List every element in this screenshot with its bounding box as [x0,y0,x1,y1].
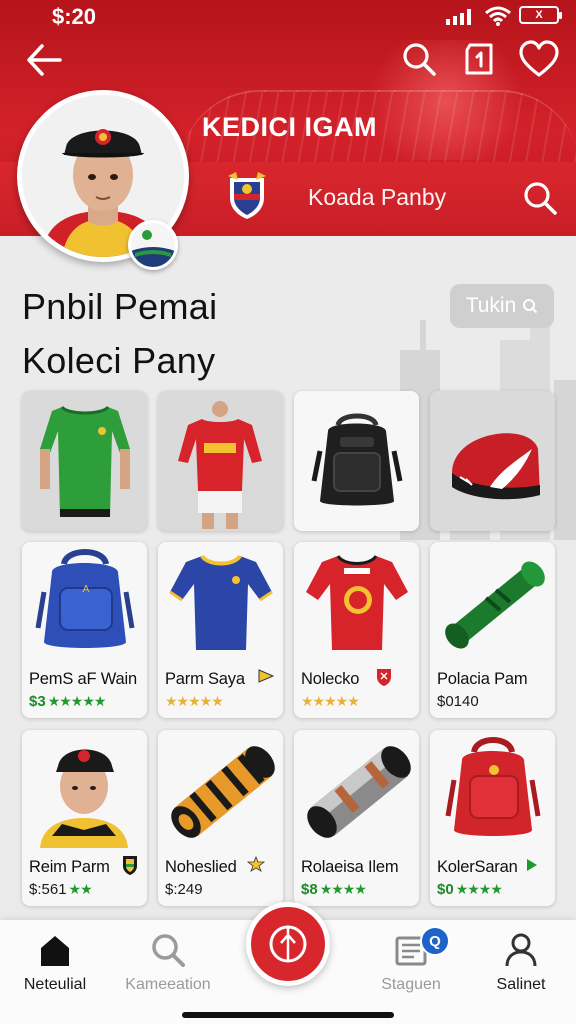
search-field[interactable]: Koada Panby [308,184,446,211]
product-tile-black-backpack[interactable] [294,391,419,531]
battery-icon: X [519,6,562,24]
strip-search-button[interactable] [518,176,562,220]
ball-icon [269,925,307,963]
product-price: $3 [29,693,46,710]
filter-button[interactable]: Tukin [450,284,554,328]
product-meta: ★★★★★ [165,693,224,710]
search-icon [524,182,557,215]
search-icon [403,43,436,76]
red-jersey-player-image [178,401,262,529]
rating-stars: ★★★★★ [301,693,360,709]
product-meta: $:561 ★★ [29,881,93,898]
green-jersey-image [40,405,130,517]
product-name: Polacia Pam [437,670,528,688]
play-icon [527,859,537,871]
product-tile-8[interactable]: KolerSaran $0 ★★★★ [430,730,555,906]
nav-item-home[interactable]: Neteulial [0,932,110,994]
club-crest-icon [228,172,266,219]
steel-roll-image [307,746,411,838]
red-backpack-image [445,737,541,836]
product-meta: $3 ★★★★★ [29,693,107,710]
favorite-button[interactable] [516,38,562,80]
product-name: Noheslied [165,858,237,876]
product-tile-2[interactable]: Parm Saya ★★★★★ [158,542,283,718]
status-bar: $:20 X [0,0,576,32]
product-name: Rolaeisa Ilem [301,858,399,876]
share-icon [465,43,493,75]
nav-label: Salinet [496,976,546,993]
product-meta: $0140 [437,693,479,710]
rating-stars: ★★★★★ [47,693,107,709]
red-jersey-image [306,554,408,650]
heart-icon [519,40,559,77]
center-action-button[interactable] [246,902,330,986]
product-tile-green-jersey[interactable] [22,391,147,531]
product-price: $0140 [437,693,479,710]
nav-item-search[interactable]: Kameeation [113,932,223,994]
status-time: $:20 [52,4,97,29]
player-portrait-image [40,749,128,848]
team-badge-icon [128,220,178,270]
orange-roll-image [171,746,275,838]
shield-icon [377,669,391,686]
battery-label: X [535,9,543,21]
nav-label: Kameeation [125,976,211,993]
product-name: PemS aF Wain [29,670,137,688]
product-price: $0 [437,881,454,898]
product-meta: $:249 [165,881,203,898]
flag-icon [258,669,275,683]
product-tile-1[interactable]: A PemS aF Wain $3 ★★★★★ [22,542,147,718]
green-scarf-roll-image [445,561,545,649]
rating-stars: ★★★★ [319,881,367,897]
rating-stars: ★★★★ [455,881,503,897]
crest-icon [123,856,137,875]
nav-label: Neteulial [23,976,87,993]
back-button[interactable] [22,40,66,80]
product-tile-3[interactable]: Nolecko ★★★★★ [294,542,419,718]
product-price: $8 [301,881,318,898]
blue-jersey-image [169,554,273,650]
profile-icon [505,933,537,967]
search-icon [152,934,185,967]
section-title-line1: Pnbil Pemai [22,286,218,327]
home-icon [41,936,69,966]
product-tile-4[interactable]: Polacia Pam $0140 [430,542,555,718]
signal-icon [446,9,471,25]
product-tile-red-jersey[interactable] [158,391,283,531]
header-search-button[interactable] [398,38,440,80]
wifi-icon [485,6,511,26]
black-backpack-image [311,413,403,506]
product-meta: $8 ★★★★ [301,881,367,898]
star-tag-icon [247,856,265,872]
rating-stars: ★★★★★ [165,693,224,709]
svg-text:A: A [83,584,90,595]
product-tile-5[interactable]: Reim Parm $:561 ★★ [22,730,147,906]
home-indicator [182,1012,394,1018]
filter-label: Tukin [465,294,517,317]
product-name: Nolecko [301,670,360,688]
product-price: $:561 [29,881,67,898]
product-name: Reim Parm [29,858,110,876]
nav-item-profile[interactable]: Salinet [466,932,576,994]
rating-stars: ★★ [68,881,93,897]
product-meta: ★★★★★ [301,693,360,710]
product-price: $:249 [165,881,203,898]
notification-badge: Q [420,926,450,956]
product-tile-7[interactable]: Rolaeisa Ilem $8 ★★★★ [294,730,419,906]
search-icon [523,299,538,314]
red-cap-image [452,433,540,500]
product-meta: $0 ★★★★ [437,881,503,898]
share-button[interactable] [458,38,500,80]
blue-backpack-image: A [35,549,135,648]
section-title-line2: Koleci Pany [22,340,216,381]
brand-title: KEDICI IGAM [202,112,378,142]
arrow-left-icon [27,44,62,76]
product-tile-6[interactable]: Noheslied $:249 [158,730,283,906]
product-name: KolerSaran [437,858,518,876]
product-name: Parm Saya [165,670,245,688]
product-tile-red-cap[interactable] [430,391,555,531]
nav-label: Staguen [381,976,441,993]
